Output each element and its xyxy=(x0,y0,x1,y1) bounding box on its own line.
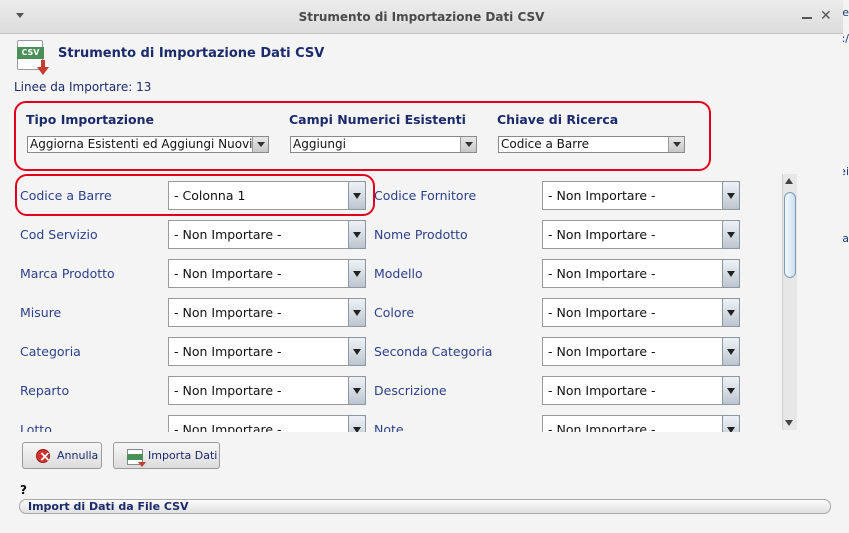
csv-file-icon: CSV xyxy=(17,40,49,75)
field-label-right: Codice Fornitore xyxy=(374,188,477,203)
import-type-select[interactable]: Aggiorna Esistenti ed Aggiungi Nuovi xyxy=(27,136,269,153)
numeric-fields-select[interactable]: Aggiungi xyxy=(290,136,477,153)
status-bar: Import di Dati da File CSV xyxy=(19,499,831,514)
vertical-scrollbar[interactable] xyxy=(782,174,797,430)
field-label-left: Misure xyxy=(20,305,62,320)
scroll-thumb[interactable] xyxy=(784,192,796,278)
column-select-right[interactable]: - Non Importare - xyxy=(542,259,740,288)
chevron-down-icon[interactable] xyxy=(722,376,740,405)
chevron-down-icon[interactable] xyxy=(668,137,684,152)
column-select-left[interactable]: - Non Importare - xyxy=(168,220,366,249)
field-label-left: Lotto xyxy=(20,422,52,432)
field-label-right: Modello xyxy=(374,266,423,281)
chevron-down-icon[interactable] xyxy=(722,181,740,210)
mapping-rows: Codice a Barre - Colonna 1 Codice Fornitor… xyxy=(0,174,800,432)
numeric-fields-label: Campi Numerici Esistenti xyxy=(289,112,466,127)
scroll-down-icon[interactable] xyxy=(785,420,793,426)
column-select-left[interactable]: - Non Importare - xyxy=(168,415,366,432)
chevron-down-icon[interactable] xyxy=(348,415,366,432)
field-label-right: Seconda Categoria xyxy=(374,344,493,359)
field-label-left: Marca Prodotto xyxy=(20,266,115,281)
column-select-right[interactable]: - Non Importare - xyxy=(542,376,740,405)
chevron-down-icon[interactable] xyxy=(348,337,366,366)
window-title: Strumento di Importazione Dati CSV xyxy=(298,10,545,24)
dialog-heading: Strumento di Importazione Dati CSV xyxy=(58,46,325,61)
import-type-label: Tipo Importazione xyxy=(26,112,155,127)
field-label-right: Descrizione xyxy=(374,383,447,398)
close-icon[interactable]: ✕ xyxy=(820,8,832,24)
chevron-down-icon[interactable] xyxy=(348,220,366,249)
chevron-down-icon[interactable] xyxy=(348,259,366,288)
column-select-left[interactable]: - Non Importare - xyxy=(168,376,366,405)
column-select-left[interactable]: - Non Importare - xyxy=(168,337,366,366)
field-label-left: Categoria xyxy=(20,344,81,359)
search-key-label: Chiave di Ricerca xyxy=(497,112,619,127)
minimize-icon[interactable] xyxy=(802,17,812,19)
cancel-icon xyxy=(36,445,51,470)
chevron-down-icon[interactable] xyxy=(722,415,740,432)
chevron-down-icon[interactable] xyxy=(722,220,740,249)
column-select-right[interactable]: - Non Importare - xyxy=(542,415,740,432)
field-label-right: Colore xyxy=(374,305,415,320)
column-select-left[interactable]: - Non Importare - xyxy=(168,259,366,288)
csv-import-dialog: Strumento di Importazione Dati CSV ✕ CSV… xyxy=(0,0,843,533)
column-select-left[interactable]: - Non Importare - xyxy=(168,298,366,327)
field-label-left: Cod Servizio xyxy=(20,227,98,242)
chevron-down-icon[interactable] xyxy=(252,137,268,152)
chevron-down-icon[interactable] xyxy=(722,298,740,327)
column-select-right[interactable]: - Non Importare - xyxy=(542,181,740,210)
title-bar: Strumento di Importazione Dati CSV ✕ xyxy=(0,0,843,34)
chevron-down-icon[interactable] xyxy=(722,259,740,288)
field-label-right: Note xyxy=(374,422,404,432)
scroll-up-icon[interactable] xyxy=(785,178,793,184)
import-data-button[interactable]: Importa Dati xyxy=(113,442,220,469)
chevron-down-icon[interactable] xyxy=(348,298,366,327)
barcode-highlight xyxy=(15,174,375,216)
dialog-content: CSV Strumento di Importazione Dati CSV L… xyxy=(0,34,843,533)
csv-import-icon xyxy=(127,449,146,467)
search-key-select[interactable]: Codice a Barre xyxy=(498,136,685,153)
field-label-left: Reparto xyxy=(20,383,70,398)
chevron-down-icon[interactable] xyxy=(348,376,366,405)
column-select-right[interactable]: - Non Importare - xyxy=(542,337,740,366)
column-select-right[interactable]: - Non Importare - xyxy=(542,298,740,327)
help-mark: ? xyxy=(20,483,27,497)
lines-to-import: Linee da Importare: 13 xyxy=(14,80,152,94)
column-select-right[interactable]: - Non Importare - xyxy=(542,220,740,249)
chevron-down-icon[interactable] xyxy=(460,137,476,152)
field-label-right: Nome Prodotto xyxy=(374,227,468,242)
chevron-down-icon[interactable] xyxy=(722,337,740,366)
cancel-button[interactable]: Annulla xyxy=(22,442,102,470)
